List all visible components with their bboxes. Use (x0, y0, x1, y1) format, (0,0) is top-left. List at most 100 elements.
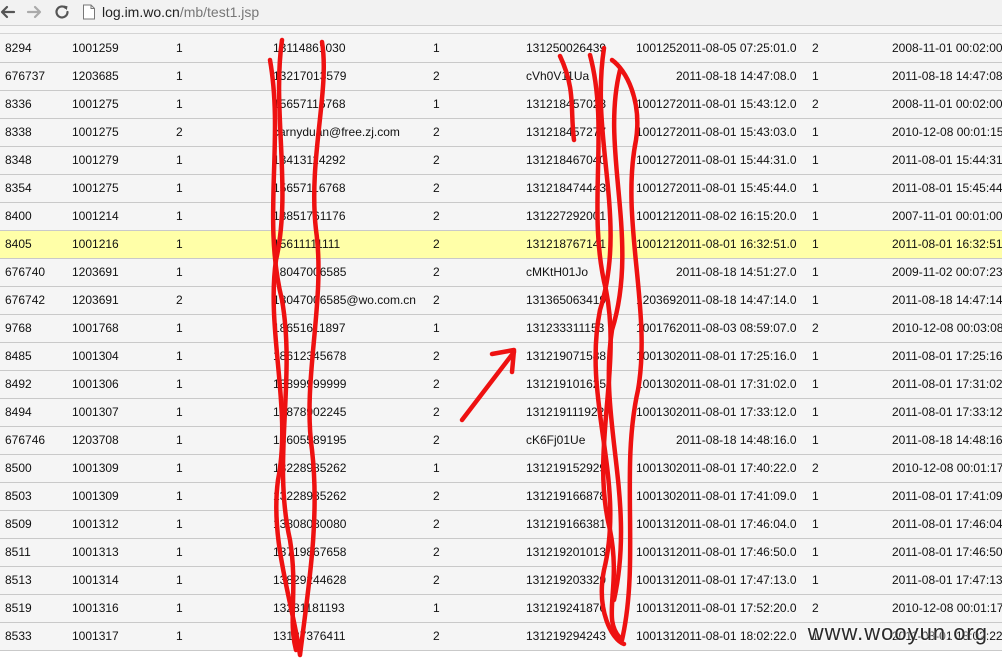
table-cell: 1001304 (636, 342, 676, 371)
table-cell: 1 (812, 286, 892, 315)
table-cell: 1203691 (72, 258, 176, 287)
table-cell: 1001317 (72, 622, 176, 651)
table-cell: 2010-12-08 00:01:17 (892, 594, 1002, 623)
table-cell: 1 (812, 510, 892, 539)
table-cell: 13719867658 (273, 538, 433, 567)
table-cell: 2011-08-01 17:25:16.0 (676, 342, 812, 371)
table-row: 8336 1001275 1 15657116768 1 131218457028 1001… (0, 90, 1002, 119)
table-cell: 8492 (0, 370, 72, 399)
table-cell: 8500 (0, 454, 72, 483)
browser-toolbar: log.im.wo.cn/mb/test1.jsp (0, 0, 1002, 26)
table-cell (636, 62, 676, 91)
table-cell: 676737 (0, 62, 72, 91)
table-cell: 131219166381 (526, 510, 636, 539)
table-cell: 2 (812, 594, 892, 623)
table-cell: 8354 (0, 174, 72, 203)
forward-button[interactable] (24, 2, 44, 22)
table-cell: 13228985262 (273, 454, 433, 483)
table-cell: 2011-08-01 15:43:03.0 (676, 118, 812, 147)
table-cell: 8533 (0, 622, 72, 651)
table-cell: 2 (433, 230, 526, 259)
table-cell: 2011-08-01 15:45:44 (892, 174, 1002, 203)
table-cell: 1 (176, 342, 273, 371)
table-cell: 1001312 (72, 510, 176, 539)
table-cell: 1 (176, 258, 273, 287)
table-cell: 2011-08-02 16:15:20.0 (676, 202, 812, 231)
table-cell: 2 (433, 482, 526, 511)
table-cell: 13217013579 (273, 62, 433, 91)
table-cell: 131218474443 (526, 174, 636, 203)
table-cell: 131219201013 (526, 538, 636, 567)
table-cell: 2010-12-08 00:03:08 (892, 314, 1002, 343)
back-button[interactable] (0, 2, 18, 22)
table-cell: cK6Fj01Ue (526, 426, 636, 455)
table-cell: 1 (176, 538, 273, 567)
table-cell: 2 (433, 62, 526, 91)
table-cell: 1 (812, 538, 892, 567)
table-row: 8354 1001275 1 15657116768 2 131218474443 1001… (0, 174, 1002, 203)
table-cell: 131219101625 (526, 370, 636, 399)
table-cell: 2 (812, 454, 892, 483)
table-cell: 2 (433, 286, 526, 315)
table-cell: 13281181193 (273, 594, 433, 623)
table-row: 8509 1001312 1 13808080080 2 131219166381 1001… (0, 510, 1002, 539)
table-cell: 1 (812, 370, 892, 399)
table-cell: 2011-08-01 15:44:31 (892, 146, 1002, 175)
table-cell: 2011-08-18 14:47:08 (892, 62, 1002, 91)
table-cell: 2 (812, 90, 892, 119)
table-cell: 2008-11-01 00:02:00 (892, 34, 1002, 63)
table-cell: 2 (433, 510, 526, 539)
table-cell: 131227292001 (526, 202, 636, 231)
table-cell: 1001307 (636, 398, 676, 427)
table-cell: 13829244628 (273, 566, 433, 595)
table-row: 8500 1001309 1 13228985262 1 131219152929 1001… (0, 454, 1002, 483)
table-cell: 8336 (0, 90, 72, 119)
table-cell: 676746 (0, 426, 72, 455)
table-cell: 2 (812, 34, 892, 63)
table-cell: 1 (812, 258, 892, 287)
table-cell: 1001306 (72, 370, 176, 399)
table-cell: 9768 (0, 314, 72, 343)
table-cell: 1 (812, 482, 892, 511)
table-cell: 1 (176, 482, 273, 511)
table-row: 9768 1001768 1 18651611897 1 131233311153 1001… (0, 314, 1002, 343)
table-row: 8503 1001309 1 13228985262 2 131219166878 1001… (0, 482, 1002, 511)
reload-icon (55, 5, 69, 19)
table-cell: 1001316 (72, 594, 176, 623)
table-cell: 131250026439 (526, 34, 636, 63)
reload-button[interactable] (52, 2, 72, 22)
table-cell: 2011-08-01 17:47:13 (892, 566, 1002, 595)
address-bar[interactable]: log.im.wo.cn/mb/test1.jsp (82, 1, 1002, 23)
table-cell: 15657116768 (273, 90, 433, 119)
table-cell: 18047006585 (273, 258, 433, 287)
table-row: 8400 1001214 1 18851761176 2 131227292001 1001… (0, 202, 1002, 231)
table-cell: 1001306 (636, 370, 676, 399)
table-cell: 2011-08-18 14:48:16 (892, 426, 1002, 455)
table-cell: 2011-08-01 16:32:51 (892, 230, 1002, 259)
table-cell: 2 (433, 622, 526, 651)
table-cell: 1001309 (636, 454, 676, 483)
table-cell: 13114861030 (273, 34, 433, 63)
table-cell: 8513 (0, 566, 72, 595)
table-cell: 1 (176, 594, 273, 623)
table-cell: 676740 (0, 258, 72, 287)
table-cell: 1 (176, 314, 273, 343)
table-row: 8485 1001304 1 18612345678 2 131219071588 1001… (0, 342, 1002, 371)
table-cell: 2011-08-18 14:47:14.0 (676, 286, 812, 315)
table-cell: 1 (176, 34, 273, 63)
results-table: 8294 1001259 1 13114861030 1 131250026439 1001… (0, 34, 1002, 651)
table-cell: 1 (812, 342, 892, 371)
table-cell: 8509 (0, 510, 72, 539)
table-cell: 1001309 (636, 482, 676, 511)
table-cell: 2 (176, 118, 273, 147)
table-cell: 8511 (0, 538, 72, 567)
table-cell: 1001309 (72, 482, 176, 511)
table-cell: 131219166878 (526, 482, 636, 511)
table-cell: 2011-08-01 15:43:12.0 (676, 90, 812, 119)
table-cell: 2 (433, 426, 526, 455)
table-row: 676746 1203708 1 18605589195 2 cK6Fj01Ue 2011-… (0, 426, 1002, 455)
table-cell: 8348 (0, 146, 72, 175)
table-cell: 676742 (0, 286, 72, 315)
table-cell: 2011-08-01 17:25:16 (892, 342, 1002, 371)
table-cell: 1203708 (72, 426, 176, 455)
